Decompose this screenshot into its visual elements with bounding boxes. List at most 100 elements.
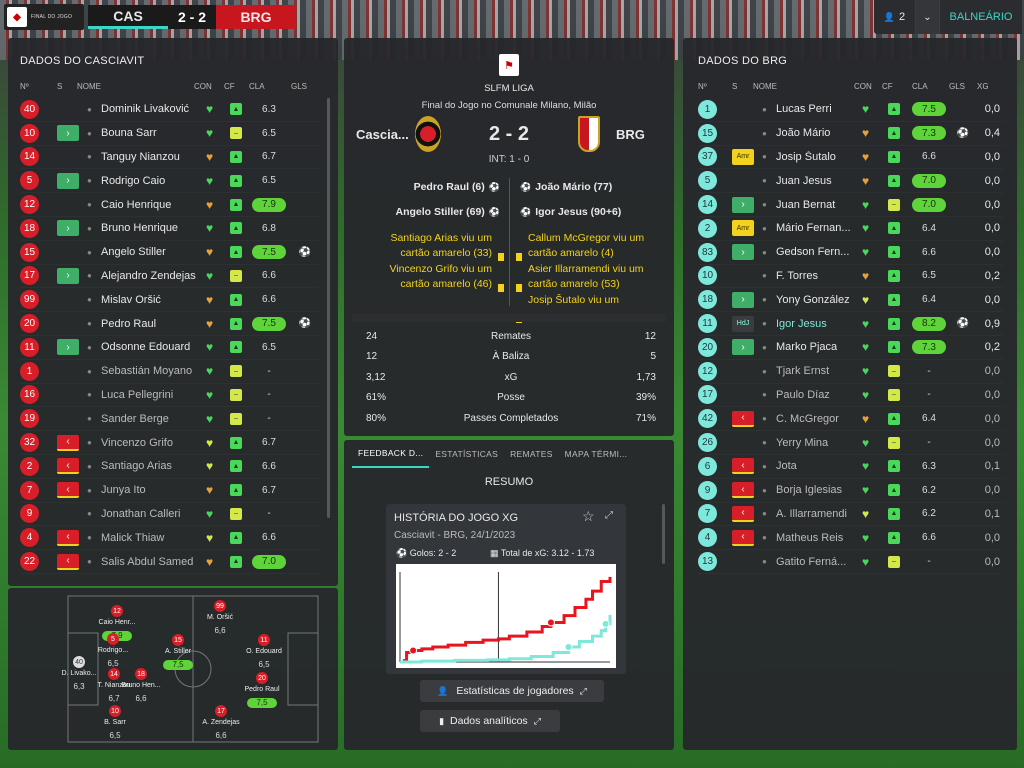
formation-player-dot[interactable]: 20 xyxy=(256,672,268,684)
player-row[interactable]: 11 HdJ ● Igor Jesus ♥ ▲ 8.2 ⚽ 0,9 xyxy=(698,312,1003,336)
player-name[interactable]: C. McGregor xyxy=(776,413,862,425)
tab-2[interactable]: REMATES xyxy=(504,440,559,468)
player-row[interactable]: 40 ● Dominik Livaković ♥ ▲ 6.3 xyxy=(20,98,318,122)
player-name[interactable]: Santiago Arias xyxy=(101,460,206,472)
player-name[interactable]: Luca Pellegrini xyxy=(101,389,206,401)
star-icon[interactable]: ☆ xyxy=(582,508,595,525)
player-name[interactable]: Yerry Mina xyxy=(776,437,862,449)
player-row[interactable]: 42 ‹ ● C. McGregor ♥ ▲ 6.4 0,0 xyxy=(698,407,1003,431)
player-name[interactable]: Juan Jesus xyxy=(776,175,862,187)
player-name[interactable]: Igor Jesus xyxy=(776,318,862,330)
player-row[interactable]: 17 ● Paulo Díaz ♥ – - 0,0 xyxy=(698,384,1003,408)
player-name[interactable]: Bruno Henrique xyxy=(101,222,206,234)
player-name[interactable]: Matheus Reis xyxy=(776,532,862,544)
tab-3[interactable]: MAPA TÉRMI... xyxy=(559,440,634,468)
player-row[interactable]: 20 › ● Marko Pjaca ♥ ▲ 7.3 0,2 xyxy=(698,336,1003,360)
away-team-name[interactable]: BRG xyxy=(616,127,645,142)
player-row[interactable]: 5 ● Juan Jesus ♥ ▲ 7.0 0,0 xyxy=(698,169,1003,193)
player-row[interactable]: 1 ● Sebastián Moyano ♥ – - xyxy=(20,360,318,384)
formation-player-dot[interactable]: 17 xyxy=(215,705,227,717)
player-name[interactable]: Juan Bernat xyxy=(776,199,862,211)
player-row[interactable]: 17 › ● Alejandro Zendejas ♥ – 6.6 xyxy=(20,265,318,289)
col-cla[interactable]: CLA xyxy=(249,82,291,91)
col-num[interactable]: Nº xyxy=(698,82,732,91)
formation-player-dot[interactable]: 11 xyxy=(258,634,270,646)
player-name[interactable]: João Mário xyxy=(776,127,862,139)
player-name[interactable]: Sander Berge xyxy=(101,413,206,425)
player-row[interactable]: 15 ● Angelo Stiller ♥ ▲ 7.5 ⚽ xyxy=(20,241,318,265)
player-row[interactable]: 6 ‹ ● Jota ♥ ▲ 6.3 0,1 xyxy=(698,455,1003,479)
col-name[interactable]: NOME xyxy=(753,82,854,91)
tab-1[interactable]: ESTATÍSTICAS xyxy=(429,440,504,468)
player-row[interactable]: 18 › ● Bruno Henrique ♥ ▲ 6.8 xyxy=(20,217,318,241)
player-row[interactable]: 32 ‹ ● Vincenzo Grifo ♥ ▲ 6.7 xyxy=(20,431,318,455)
player-name[interactable]: Tjark Ernst xyxy=(776,365,862,377)
player-name[interactable]: Sebastián Moyano xyxy=(101,365,206,377)
player-name[interactable]: Jonathan Calleri xyxy=(101,508,206,520)
player-row[interactable]: 10 ● F. Torres ♥ ▲ 6.5 0,2 xyxy=(698,265,1003,289)
player-stats-button[interactable]: 👤 Estatísticas de jogadores ⤢ xyxy=(420,680,604,702)
player-row[interactable]: 15 ● João Mário ♥ ▲ 7.3 ⚽ 0,4 xyxy=(698,122,1003,146)
col-gls[interactable]: GLS xyxy=(291,82,307,91)
home-scrollbar[interactable] xyxy=(327,98,330,518)
player-row[interactable]: 14 › ● Juan Bernat ♥ –7.0 0,0 xyxy=(698,193,1003,217)
player-name[interactable]: Gedson Fern... xyxy=(776,246,862,258)
player-name[interactable]: Angelo Stiller xyxy=(101,246,206,258)
player-name[interactable]: F. Torres xyxy=(776,270,862,282)
player-row[interactable]: 9 ● Jonathan Calleri ♥ – - xyxy=(20,503,318,527)
formation-player-dot[interactable]: 99 xyxy=(214,600,226,612)
formation-player-dot[interactable]: 15 xyxy=(172,634,184,646)
col-num[interactable]: Nº xyxy=(20,82,57,91)
col-xg[interactable]: XG xyxy=(977,82,989,91)
formation-player-dot[interactable]: 10 xyxy=(109,705,121,717)
player-row[interactable]: 7 ‹ ● Junya Ito ♥ ▲ 6.7 xyxy=(20,479,318,503)
player-row[interactable]: 22 ‹ ● Salis Abdul Samed ♥ ▲ 7.0 xyxy=(20,550,318,574)
formation-player-dot[interactable]: 40 xyxy=(73,656,85,668)
formation-player-dot[interactable]: 5 xyxy=(107,633,119,645)
expand-icon[interactable]: ⤢ xyxy=(605,510,613,521)
formation-player-dot[interactable]: 18 xyxy=(135,668,147,680)
player-name[interactable]: Bouna Sarr xyxy=(101,127,206,139)
users-button[interactable]: 👤 2 xyxy=(874,0,916,34)
player-name[interactable]: Lucas Perri xyxy=(776,103,862,115)
col-cla[interactable]: CLA xyxy=(912,82,949,91)
tab-0[interactable]: FEEDBACK D... xyxy=(352,440,430,468)
player-row[interactable]: 7 ‹ ● A. Illarramendi ♥ ▲ 6.2 0,1 xyxy=(698,503,1003,527)
player-name[interactable]: Gatito Ferná... xyxy=(776,556,862,568)
player-row[interactable]: 10 › ● Bouna Sarr ♥ – 6.5 xyxy=(20,122,318,146)
player-row[interactable]: 18 › ● Yony González ♥ ▲ 6.4 0,0 xyxy=(698,288,1003,312)
player-row[interactable]: 37 Amr ● Josip Šutalo ♥ ▲ 6.6 0,0 xyxy=(698,146,1003,170)
player-name[interactable]: Alejandro Zendejas xyxy=(101,270,206,282)
dropdown-button[interactable]: ⌄ xyxy=(916,0,940,34)
col-gls[interactable]: GLS xyxy=(949,82,977,91)
col-name[interactable]: NOME xyxy=(77,82,194,91)
player-name[interactable]: Tanguy Nianzou xyxy=(101,151,206,163)
player-row[interactable]: 4 ‹ ● Malick Thiaw ♥ ▲ 6.6 xyxy=(20,526,318,550)
analytics-button[interactable]: ▮ Dados analíticos ⤢ xyxy=(420,710,560,732)
player-name[interactable]: Salis Abdul Samed xyxy=(101,556,206,568)
player-row[interactable]: 12 ● Tjark Ernst ♥ – - 0,0 xyxy=(698,360,1003,384)
player-name[interactable]: Rodrigo Caio xyxy=(101,175,206,187)
player-row[interactable]: 2 ‹ ● Santiago Arias ♥ ▲ 6.6 xyxy=(20,455,318,479)
col-cf[interactable]: CF xyxy=(224,82,249,91)
player-name[interactable]: Josip Šutalo xyxy=(776,151,862,163)
player-name[interactable]: Junya Ito xyxy=(101,484,206,496)
player-row[interactable]: 5 › ● Rodrigo Caio ♥ ▲ 6.5 xyxy=(20,169,318,193)
col-sub[interactable]: S xyxy=(57,82,77,91)
player-name[interactable]: Malick Thiaw xyxy=(101,532,206,544)
player-row[interactable]: 4 ‹ ● Matheus Reis ♥ ▲ 6.6 0,0 xyxy=(698,526,1003,550)
player-row[interactable]: 20 ● Pedro Raul ♥ ▲ 7.5 ⚽ xyxy=(20,312,318,336)
player-row[interactable]: 2 Amr ● Mário Fernan... ♥ ▲ 6.4 0,0 xyxy=(698,217,1003,241)
player-row[interactable]: 83 › ● Gedson Fern... ♥ ▲ 6.6 0,0 xyxy=(698,241,1003,265)
player-row[interactable]: 9 ‹ ● Borja Iglesias ♥ ▲ 6.2 0,0 xyxy=(698,479,1003,503)
player-row[interactable]: 16 ● Luca Pellegrini ♥ – - xyxy=(20,384,318,408)
player-name[interactable]: Borja Iglesias xyxy=(776,484,862,496)
player-name[interactable]: Mário Fernan... xyxy=(776,222,862,234)
col-con[interactable]: CON xyxy=(854,82,882,91)
player-row[interactable]: 99 ● Mislav Oršić ♥ ▲ 6.6 xyxy=(20,288,318,312)
player-name[interactable]: Pedro Raul xyxy=(101,318,206,330)
player-name[interactable]: Jota xyxy=(776,460,862,472)
dressing-room-button[interactable]: BALNEÁRIO xyxy=(940,11,1022,23)
player-row[interactable]: 19 ● Sander Berge ♥ – - xyxy=(20,407,318,431)
player-name[interactable]: A. Illarramendi xyxy=(776,508,862,520)
